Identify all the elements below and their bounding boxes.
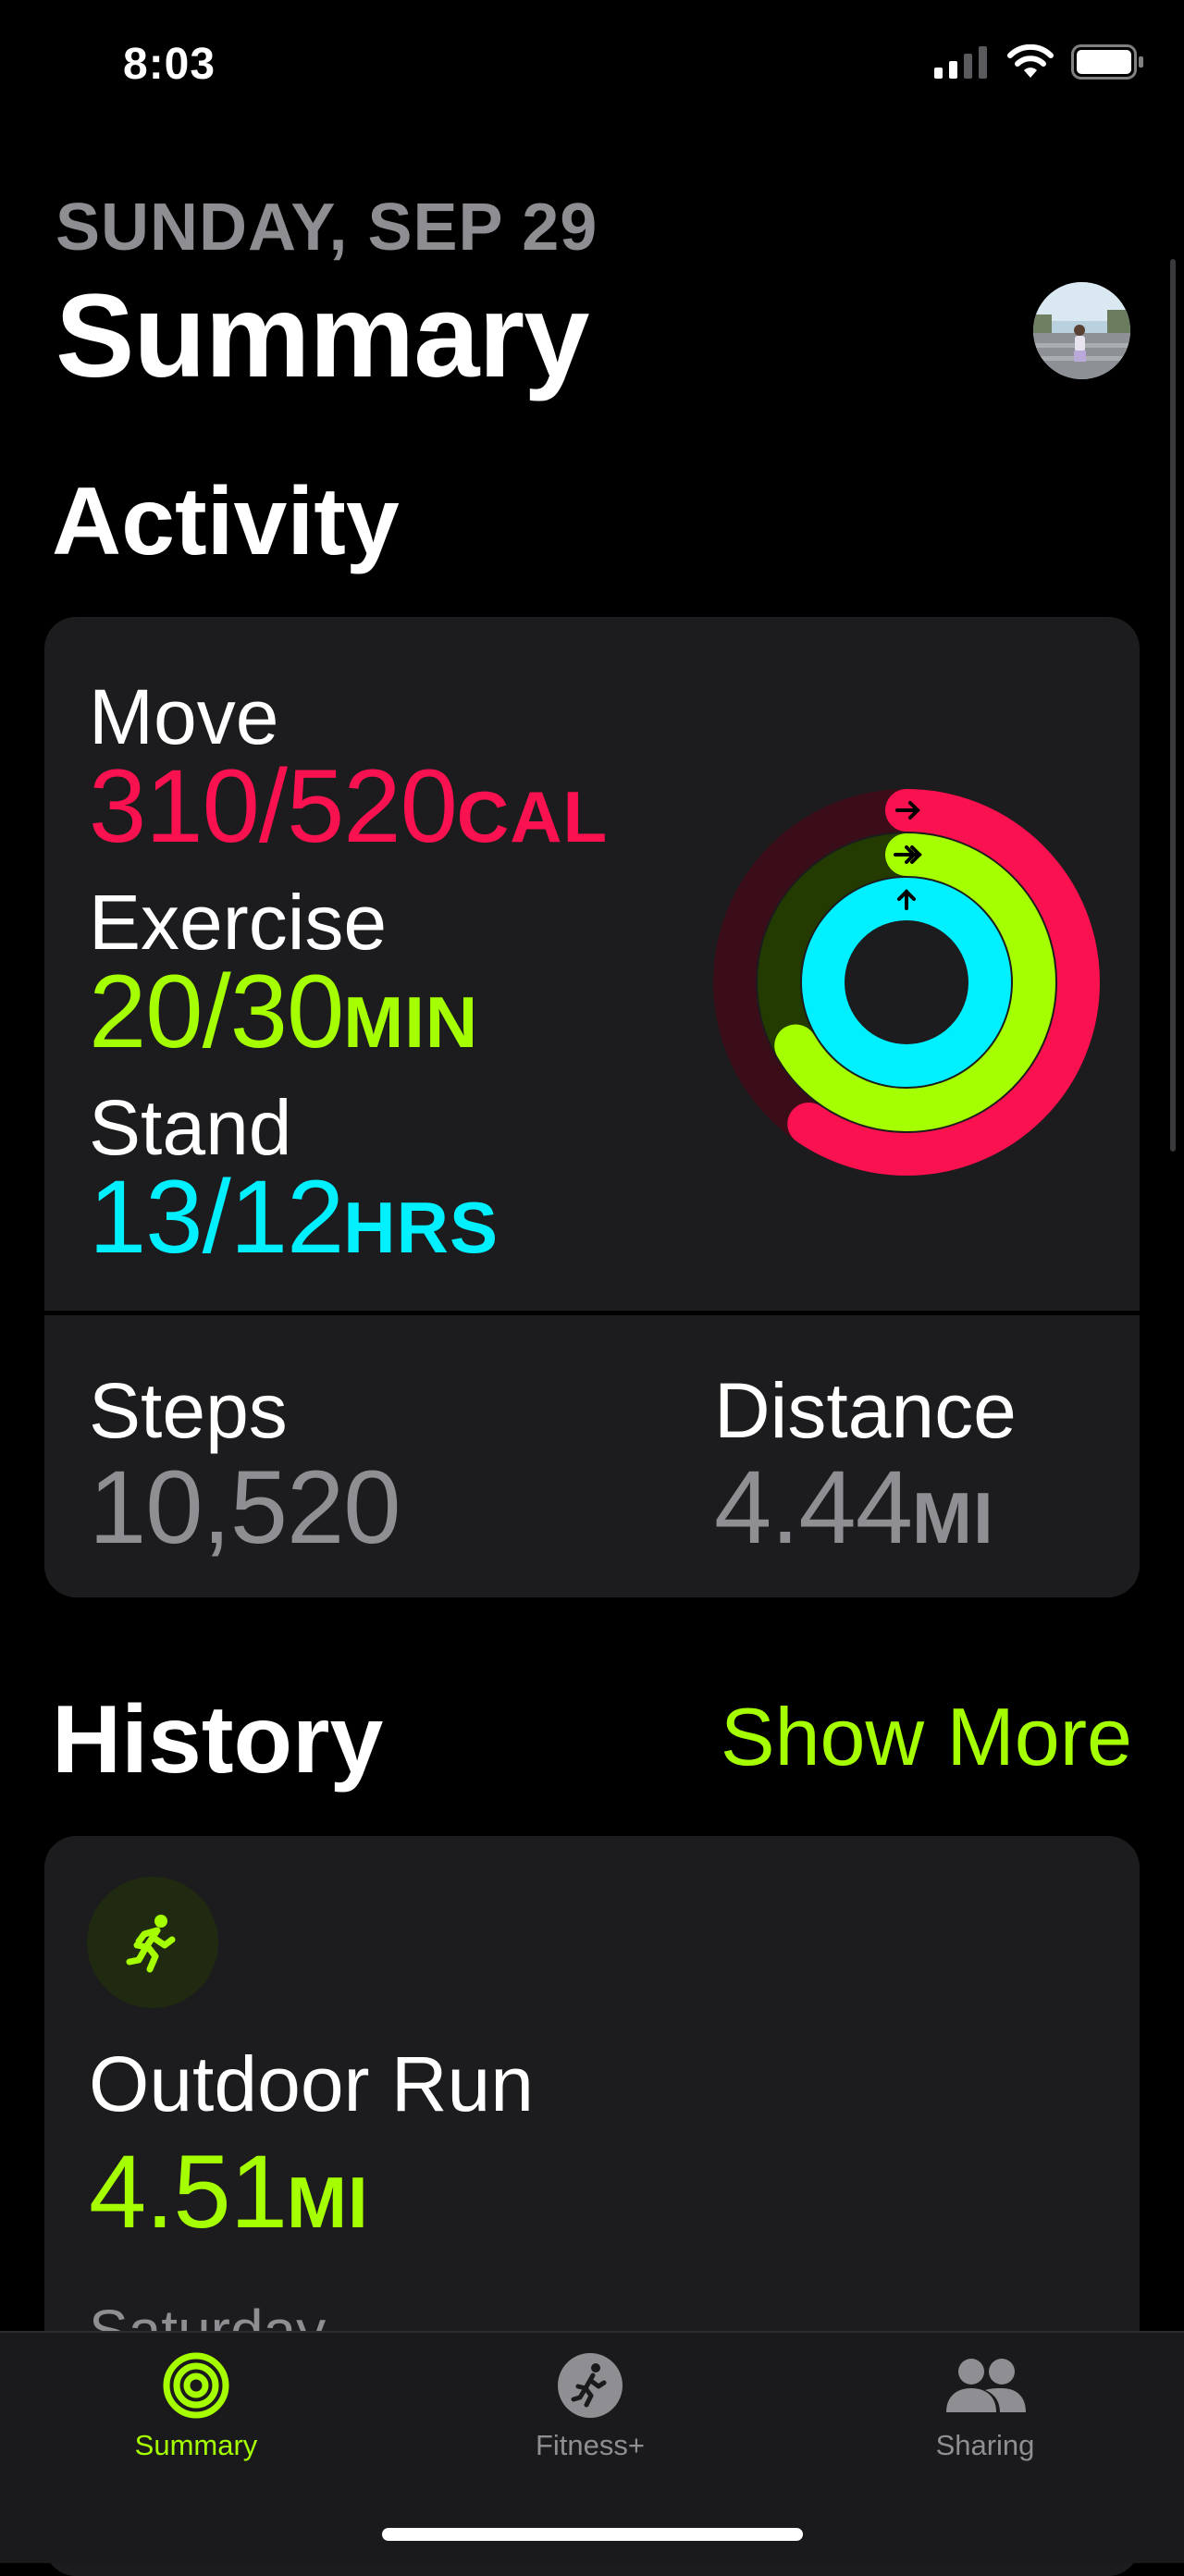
- tab-sharing-label: Sharing: [935, 2429, 1035, 2461]
- tab-summary[interactable]: Summary: [76, 2351, 316, 2462]
- tab-fitness-plus[interactable]: Fitness+: [470, 2351, 710, 2462]
- activity-heading: Activity: [52, 468, 400, 575]
- activity-rings-icon: [163, 2352, 229, 2419]
- fitness-plus-icon: [558, 2353, 623, 2418]
- stand-value-row: 13/12HRS: [89, 1157, 499, 1276]
- tab-sharing[interactable]: Sharing: [865, 2351, 1105, 2462]
- date-label: SUNDAY, SEP 29: [56, 191, 598, 265]
- move-value: 310/520: [89, 748, 458, 864]
- running-figure-icon: [87, 1877, 218, 2008]
- distance-label: Distance: [714, 1367, 1017, 1454]
- activity-rings[interactable]: [712, 788, 1101, 1177]
- scroll-indicator[interactable]: [1170, 259, 1176, 1152]
- status-time: 8:03: [123, 40, 216, 89]
- exercise-unit: MIN: [343, 981, 479, 1063]
- wifi-icon: [1007, 44, 1054, 78]
- steps-value: 10,520: [89, 1449, 401, 1565]
- battery-icon: [1071, 44, 1143, 80]
- steps-label: Steps: [89, 1367, 288, 1454]
- stand-unit: HRS: [343, 1187, 499, 1268]
- tab-summary-label: Summary: [134, 2429, 258, 2461]
- distance-unit: MI: [911, 1477, 994, 1559]
- history-heading: History: [52, 1686, 384, 1793]
- stand-value: 13/12: [89, 1159, 344, 1275]
- status-icons: [934, 44, 1145, 80]
- workout-value: 4.51: [89, 2134, 288, 2249]
- tab-fitness-plus-label: Fitness+: [535, 2429, 646, 2461]
- profile-avatar[interactable]: [1033, 282, 1130, 379]
- move-value-row: 310/520CAL: [89, 746, 608, 866]
- workout-name: Outdoor Run: [89, 2040, 534, 2127]
- exercise-value-row: 20/30MIN: [89, 952, 478, 1071]
- workout-value-row: 4.51MI: [89, 2132, 369, 2251]
- sharing-people-icon: [946, 2359, 1026, 2412]
- card-divider: [44, 1311, 1140, 1315]
- stand-ring: [802, 878, 1011, 1087]
- move-unit: CAL: [456, 776, 609, 857]
- distance-value-row: 4.44MI: [714, 1448, 994, 1567]
- show-more-link[interactable]: Show More: [721, 1690, 1132, 1784]
- distance-value: 4.44: [714, 1449, 913, 1565]
- home-indicator[interactable]: [382, 2528, 803, 2541]
- exercise-value: 20/30: [89, 954, 344, 1069]
- page-title: Summary: [56, 270, 589, 402]
- cellular-signal-icon: [934, 46, 987, 79]
- workout-unit: MI: [286, 2162, 369, 2243]
- activity-card[interactable]: Move 310/520CAL Exercise 20/30MIN Stand …: [44, 617, 1140, 1597]
